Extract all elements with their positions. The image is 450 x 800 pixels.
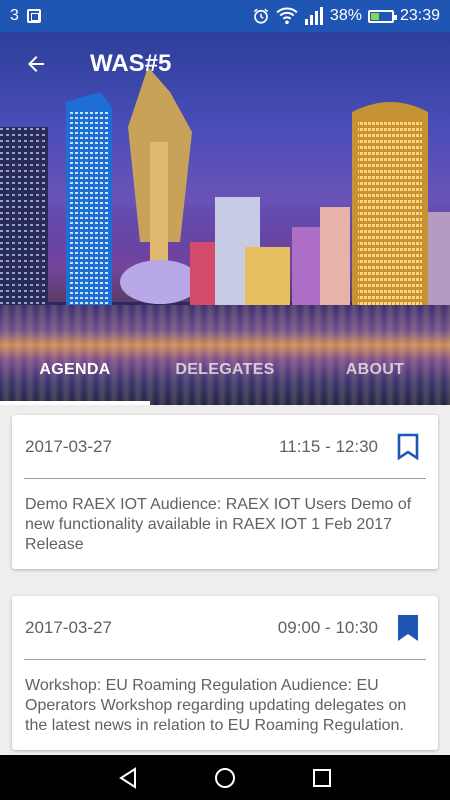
home-circle-icon [214,767,235,788]
sim-icon [26,9,41,23]
battery-fill [370,12,379,20]
tab-indicator [0,401,150,405]
battery-icon [367,9,397,23]
tab-agenda[interactable]: AGENDA [0,343,150,405]
nav-back-button[interactable] [108,758,148,798]
page-title: WAS#5 [90,50,172,77]
session-time: 09:00 - 10:30 [277,617,378,637]
agenda-list[interactable]: 2017-03-27 11:15 - 12:30 Demo RAEX IOT A… [0,405,450,755]
wifi-icon [276,7,298,25]
clock: 23:39 [399,7,440,24]
session-date: 2017-03-27 [25,617,112,637]
system-nav-bar [0,755,450,800]
carrier-number: 3 [10,7,19,24]
status-bar: 3 38% 23:39 [0,0,450,32]
signal-icon [304,7,323,25]
nav-recents-button[interactable] [302,758,342,798]
nav-home-button[interactable] [205,758,245,798]
card-header: 2017-03-27 09:00 - 10:30 [12,596,438,659]
back-button[interactable] [8,36,64,92]
agenda-card[interactable]: 2017-03-27 09:00 - 10:30 Workshop: EU Ro… [12,596,438,750]
bookmark-outline-icon [397,433,419,460]
battery-percent: 38% [329,7,362,24]
bookmark-button[interactable] [396,432,420,462]
back-triangle-icon [119,766,137,789]
bookmark-button[interactable] [396,613,420,643]
session-date: 2017-03-27 [25,436,112,456]
tab-bar: AGENDA DELEGATES ABOUT [0,343,450,405]
agenda-card[interactable]: 2017-03-27 11:15 - 12:30 Demo RAEX IOT A… [12,415,438,569]
alarm-icon [253,8,269,24]
card-header: 2017-03-27 11:15 - 12:30 [12,415,438,478]
session-description: Workshop: EU Roaming Regulation Audience… [25,677,407,734]
session-description: Demo RAEX IOT Audience: RAEX IOT Users D… [25,496,412,553]
header-banner: WAS#5 AGENDA DELEGATES ABOUT [0,32,450,405]
tab-about[interactable]: ABOUT [300,343,450,405]
toolbar: WAS#5 [0,32,450,96]
tab-delegates[interactable]: DELEGATES [150,343,300,405]
recents-square-icon [312,768,331,787]
bookmark-filled-icon [398,614,418,641]
session-time: 11:15 - 12:30 [279,436,378,456]
arrow-left-icon [28,56,44,72]
